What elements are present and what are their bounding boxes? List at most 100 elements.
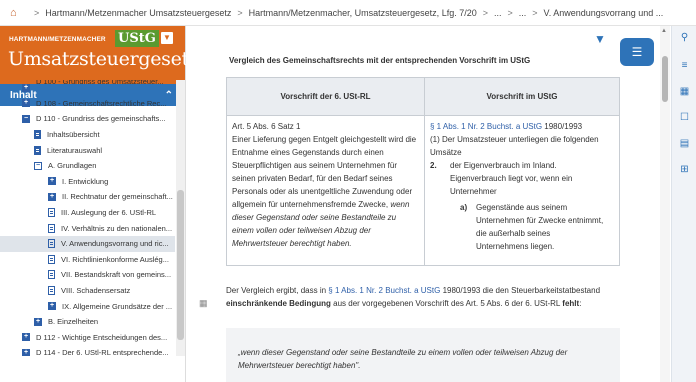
chevron-right-icon: > (532, 7, 538, 18)
toc-item-label: I. Entwicklung (62, 176, 109, 186)
expand-icon[interactable]: + (22, 99, 30, 108)
chevron-right-icon: > (482, 7, 488, 18)
list-icon[interactable]: ≡ (679, 60, 690, 71)
para-emphasis: einschränkende Bedingung (226, 299, 331, 308)
toc-item-label: IV. Verhältnis zu den nationalen... (61, 223, 173, 233)
toc-item[interactable]: − D 110 - Grundriss des gemeinschafts... (0, 111, 175, 127)
document-icon (48, 223, 55, 233)
comparison-table: Vorschrift der 6. USt-RL Vorschrift im U… (226, 77, 620, 266)
article-text: Einer Lieferung gegen Entgelt gleichgest… (232, 135, 417, 209)
toc-item[interactable]: VII. Bestandskraft von gemeins... (0, 267, 175, 283)
add-note-icon[interactable]: ⊞ (679, 164, 690, 175)
collapse-icon[interactable]: − (22, 114, 30, 123)
law-link[interactable]: § 1 Abs. 1 Nr. 2 Buchst. a UStG (328, 286, 440, 295)
sub-list-text: Gegenstände aus seinem Unternehmen für Z… (476, 203, 604, 251)
clipboard-icon[interactable]: ▤ (679, 138, 690, 149)
filter-icon[interactable]: ▼ (585, 28, 615, 50)
expand-icon[interactable]: + (48, 192, 56, 201)
toc-item[interactable]: + D 108 - Gemeinschaftsrechtliche Rec... (0, 96, 175, 112)
table-header: Vorschrift im UStG (424, 77, 620, 116)
list-text: der Eigenverbrauch im Inland. Eigenverbr… (450, 161, 573, 196)
expand-icon[interactable]: + (22, 83, 30, 92)
section-heading: Vergleich des Gemeinschaftsrechts mit de… (229, 56, 531, 65)
toc-item-label: VII. Bestandskraft von gemeins... (61, 270, 172, 280)
toc-item[interactable]: III. Auslegung der 6. UStl-RL (0, 205, 175, 221)
expand-icon[interactable]: + (48, 302, 56, 311)
document-icon (48, 254, 55, 264)
table-header: Vorschrift der 6. USt-RL (226, 77, 425, 116)
document-icon (48, 208, 55, 218)
toc-item[interactable]: Inhaltsübersicht (0, 127, 175, 143)
chevron-right-icon: > (507, 7, 513, 18)
document-icon (48, 286, 55, 296)
chevron-right-icon: > (237, 7, 243, 18)
grid-icon[interactable]: ▦ (679, 86, 690, 97)
toc-item-label: II. Rechtnatur der gemeinschaft... (62, 192, 173, 202)
right-toolbar: ⚲ ≡ ▦ ☐ ▤ ⊞ (671, 26, 696, 382)
breadcrumb-item[interactable]: Hartmann/Metzenmacher, Umsatzsteuergeset… (249, 8, 477, 18)
breadcrumb: ⌂ > Hartmann/Metzenmacher Umsatzsteuerge… (0, 0, 696, 26)
toc-item[interactable]: + I. Entwicklung (0, 174, 175, 190)
toc-item-label: D 114 - Der 6. UStl-RL entsprechende... (36, 348, 169, 356)
law-intro: (1) Der Umsatzsteuer unterliegen die fol… (430, 135, 599, 157)
toc-item[interactable]: + II. Rechtnatur der gemeinschaft... (0, 189, 175, 205)
toc-item-label: VI. Richtlinienkonforme Auslég... (61, 254, 169, 264)
law-link[interactable]: § 1 Abs. 1 Nr. 2 Buchst. a UStG (430, 122, 542, 131)
breadcrumb-item[interactable]: ... (519, 8, 527, 18)
scroll-up-icon[interactable]: ▲ (661, 28, 667, 34)
para-text: Der Vergleich ergibt, dass in (226, 286, 329, 295)
toc-item[interactable]: + B. Einzelheiten (0, 314, 175, 330)
toc-item-label: III. Auslegung der 6. UStl-RL (61, 208, 157, 218)
toc-item[interactable]: VI. Richtlinienkonforme Auslég... (0, 252, 175, 268)
table-cell-right: § 1 Abs. 1 Nr. 2 Buchst. a UStG 1980/199… (424, 115, 620, 266)
toc-item-label: D 108 - Gemeinschaftsrechtliche Rec... (36, 98, 167, 108)
toc-item-label: Inhaltsübersicht (47, 130, 100, 140)
collapse-icon[interactable]: − (34, 161, 42, 170)
toc-item[interactable]: + D 112 - Wichtige Entscheidungen des... (0, 330, 175, 346)
chevron-down-icon[interactable]: ▼ (161, 32, 173, 44)
toc-item[interactable]: − A. Grundlagen (0, 158, 175, 174)
list-number: 2. (430, 161, 437, 170)
reading-mode-button[interactable]: ☰ (620, 38, 654, 66)
toc-item[interactable]: IV. Verhältnis zu den nationalen... (0, 220, 175, 236)
expand-icon[interactable]: + (34, 317, 42, 326)
breadcrumb-item[interactable]: Hartmann/Metzenmacher Umsatzsteuergesetz (45, 8, 231, 18)
toc-item-label: A. Grundlagen (48, 161, 97, 171)
toc-item-label: B. Einzelheiten (48, 317, 99, 327)
work-title: Umsatzsteuergesetz (8, 48, 199, 70)
search-icon[interactable]: ⚲ (679, 32, 690, 43)
home-icon[interactable]: ⌂ (10, 7, 22, 19)
breadcrumb-item[interactable]: ... (494, 8, 502, 18)
toc-item-label: D 110 - Grundriss des gemeinschafts... (36, 114, 166, 124)
expand-icon[interactable]: + (48, 177, 56, 186)
toc-item-label: D 112 - Wichtige Entscheidungen des... (36, 332, 168, 342)
sidebar-scrollbar[interactable] (176, 80, 185, 356)
para-text: 1980/1993 die den Steuerbarkeitstatbesta… (440, 286, 601, 295)
toc-item-label: V. Anwendungsvorrang und ric... (61, 239, 169, 249)
content-scrollbar[interactable]: ▲ (660, 26, 670, 382)
brand-header: HARTMANN/METZENMACHER UStG ▼ Umsatzsteue… (0, 26, 199, 84)
expand-icon[interactable]: + (22, 348, 30, 356)
toc-item-label: Literaturauswahl (47, 145, 103, 155)
breadcrumb-item-current: V. Anwendungsvorrang und ... (543, 7, 664, 18)
scrollbar-thumb[interactable] (177, 190, 184, 340)
document-icon (34, 130, 41, 140)
table-cell-left: Art. 5 Abs. 6 Satz 1 Einer Lieferung geg… (226, 115, 425, 266)
sub-list-label: a) (460, 203, 468, 212)
publisher-label: HARTMANN/METZENMACHER (9, 36, 106, 43)
toc-item[interactable]: + IX. Allgemeine Grundsätze der ... (0, 298, 175, 314)
toc-item[interactable]: + D 100 - Grundriss des Umsatzsteuer... (0, 80, 175, 96)
quote-block: „wenn dieser Gegenstand oder seine Besta… (226, 328, 620, 382)
toc-item[interactable]: Literaturauswahl (0, 142, 175, 158)
toc-item[interactable]: + D 114 - Der 6. UStl-RL entsprechende... (0, 345, 175, 356)
expand-icon[interactable]: + (22, 333, 30, 342)
para-text: : (579, 299, 582, 308)
scrollbar-thumb[interactable] (662, 56, 668, 102)
toc-item-label: VIII. Schadensersatz (61, 286, 131, 296)
annotation-icon[interactable]: ▦ (199, 298, 209, 308)
document-icon (48, 239, 55, 249)
toc-item[interactable]: V. Anwendungsvorrang und ric... (0, 235, 175, 252)
toc-item[interactable]: VIII. Schadensersatz (0, 283, 175, 299)
bookmark-icon[interactable]: ☐ (679, 112, 690, 123)
law-link-suffix: 1980/1993 (542, 122, 583, 131)
